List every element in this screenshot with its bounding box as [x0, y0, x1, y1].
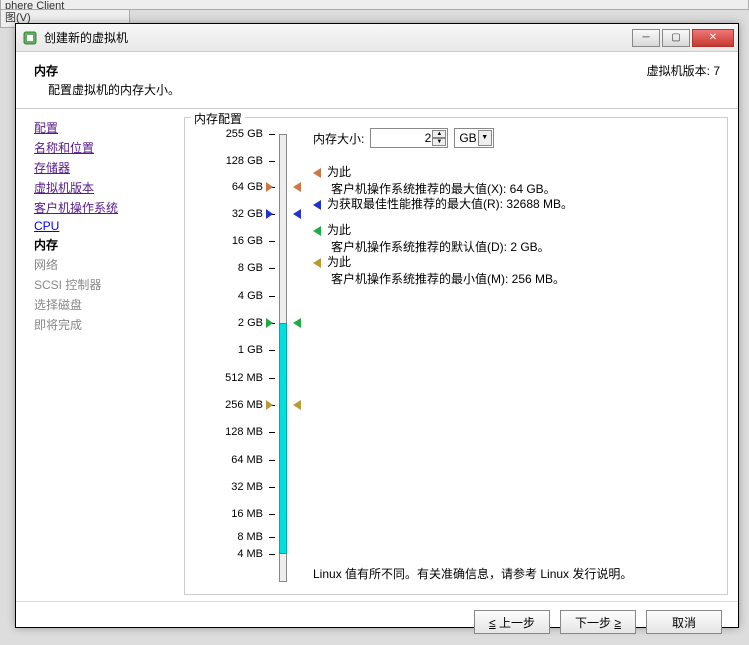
memory-unit-select[interactable]: GB ▼	[454, 128, 493, 148]
scale-tick-label: 256 MB	[225, 399, 263, 411]
scale-tick-label: 255 GB	[226, 128, 263, 140]
memory-info: 内存大小: 2 ▲▼ GB ▼ 为此客户机操作系统推荐的最大值(X): 64 G…	[313, 128, 717, 588]
wizard-step-0[interactable]: 配置	[34, 119, 169, 136]
marker-3[interactable]	[293, 400, 301, 410]
linux-note: Linux 值有所不同。有关准确信息，请参考 Linux 发行说明。	[313, 565, 632, 582]
minimize-button[interactable]: ─	[632, 29, 660, 47]
scale-tick-label: 16 MB	[231, 508, 263, 520]
scale-tick-label: 1 GB	[238, 344, 263, 356]
memory-slider[interactable]	[275, 128, 293, 588]
memory-size-label: 内存大小:	[313, 130, 364, 147]
groupbox-title: 内存配置	[191, 110, 245, 127]
chevron-down-icon: ▼	[478, 130, 492, 146]
marker-scale-2	[266, 318, 273, 328]
recommendation-2: 为此客户机操作系统推荐的默认值(D): 2 GB。	[313, 222, 550, 256]
vm-version-label: 虚拟机版本: 7	[647, 62, 720, 79]
memory-groupbox: 内存配置 255 GB128 GB64 GB32 GB16 GB8 GB4 GB…	[184, 117, 728, 595]
scale-tick-label: 8 MB	[237, 531, 263, 543]
wizard-step-2[interactable]: 存储器	[34, 159, 169, 176]
close-button[interactable]: ✕	[692, 29, 734, 47]
create-vm-dialog: 创建新的虚拟机 ─ ▢ ✕ 内存 配置虚拟机的内存大小。 虚拟机版本: 7 配置…	[15, 23, 739, 628]
recommendation-0: 为此客户机操作系统推荐的最大值(X): 64 GB。	[313, 164, 556, 198]
memory-markers	[293, 128, 313, 588]
scale-tick-label: 128 MB	[225, 426, 263, 438]
scale-tick-label: 2 GB	[238, 317, 263, 329]
scale-tick-label: 512 MB	[225, 372, 263, 384]
wizard-step-3[interactable]: 虚拟机版本	[34, 179, 169, 196]
maximize-button[interactable]: ▢	[662, 29, 690, 47]
wizard-sidebar: 配置名称和位置存储器虚拟机版本客户机操作系统 CPU 内存网络 SCSI 控制器选择磁…	[16, 109, 176, 601]
wizard-step-7: 网络	[34, 256, 169, 273]
marker-scale-3	[266, 400, 273, 410]
wizard-step-1[interactable]: 名称和位置	[34, 139, 169, 156]
scale-tick-label: 8 GB	[238, 262, 263, 274]
dialog-title: 创建新的虚拟机	[44, 29, 630, 46]
scale-tick-label: 16 GB	[232, 235, 263, 247]
scale-tick-label: 128 GB	[226, 155, 263, 167]
wizard-step-9: 选择磁盘	[34, 296, 169, 313]
marker-2[interactable]	[293, 318, 301, 328]
memory-scale: 255 GB 128 GB 64 GB 32 GB 16 GB 8 GB 4 GB 2 GB 1…	[197, 128, 275, 588]
dialog-footer: ≤ 上一步 下一步 ≥ 取消	[16, 601, 738, 642]
scale-tick-label: 32 GB	[232, 208, 263, 220]
marker-0[interactable]	[293, 182, 301, 192]
recommendation-1: 为获取最佳性能推荐的最大值(R): 32688 MB。	[313, 196, 573, 213]
wizard-step-10: 即将完成	[34, 316, 169, 333]
page-subtitle: 配置虚拟机的内存大小。	[48, 81, 647, 98]
wizard-step-8: SCSI 控制器	[34, 276, 169, 293]
scale-tick-label: 64 MB	[231, 454, 263, 466]
app-icon	[22, 30, 38, 46]
memory-spinner[interactable]: ▲▼	[432, 130, 446, 146]
memory-size-input[interactable]: 2 ▲▼	[370, 128, 448, 148]
scale-tick-label: 4 GB	[238, 290, 263, 302]
next-button[interactable]: 下一步 ≥	[560, 610, 636, 634]
back-button[interactable]: ≤ 上一步	[474, 610, 550, 634]
marker-1[interactable]	[293, 209, 301, 219]
scale-tick-label: 32 MB	[231, 481, 263, 493]
marker-scale-1	[266, 209, 273, 219]
marker-scale-0	[266, 182, 273, 192]
dialog-titlebar: 创建新的虚拟机 ─ ▢ ✕	[16, 24, 738, 52]
wizard-step-4[interactable]: 客户机操作系统	[34, 199, 169, 216]
cancel-button[interactable]: 取消	[646, 610, 722, 634]
wizard-step-6: 内存	[34, 236, 169, 253]
recommendation-3: 为此客户机操作系统推荐的最小值(M): 256 MB。	[313, 254, 565, 288]
page-title: 内存	[34, 62, 647, 79]
wizard-step-5[interactable]: CPU	[34, 219, 169, 233]
scale-tick-label: 64 GB	[232, 181, 263, 193]
scale-tick-label: 4 MB	[237, 548, 263, 560]
parent-window-title: phere Client	[0, 0, 749, 10]
